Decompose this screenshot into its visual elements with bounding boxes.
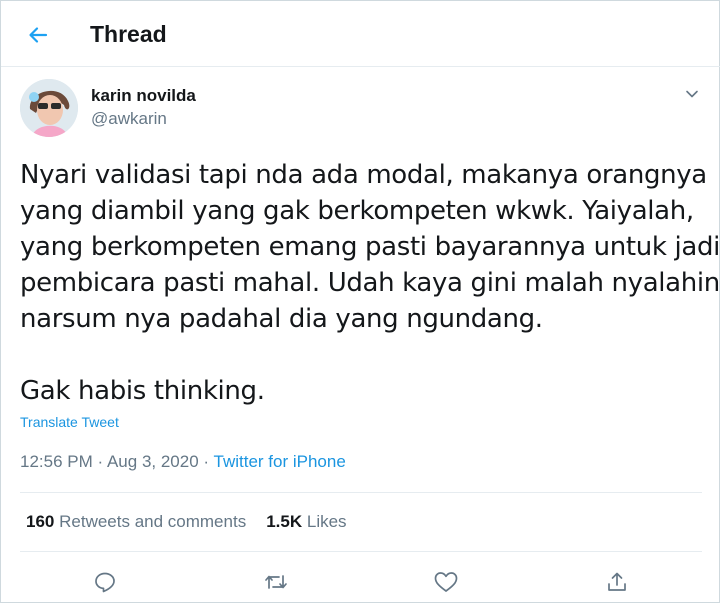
meta-separator: · [97, 452, 104, 471]
tweet-menu-button[interactable] [681, 83, 703, 105]
divider [20, 551, 702, 552]
meta-separator: · [203, 452, 210, 471]
chevron-down-icon [686, 90, 698, 98]
retweets-count: 160 [26, 512, 55, 531]
likes-count: 1.5K [266, 512, 303, 531]
tweet-line: yang berkompeten emang pasti bayarannya … [20, 232, 720, 262]
author-handle[interactable]: @awkarin [91, 109, 167, 129]
reply-button[interactable] [90, 567, 120, 597]
tweet-thread-frame: Thread karin novilda @awkarin Nyari vali… [0, 0, 720, 603]
tweet-meta: 12:56 PM · Aug 3, 2020 · Twitter for iPh… [20, 452, 346, 472]
tweet-time[interactable]: 12:56 PM [20, 452, 93, 471]
avatar[interactable] [20, 79, 78, 137]
reply-icon [95, 572, 115, 593]
page-title: Thread [90, 21, 167, 47]
retweet-button[interactable] [261, 567, 291, 597]
tweet-date[interactable]: Aug 3, 2020 [107, 452, 199, 471]
tweet-text: Nyari validasi tapi nda ada modal, makan… [20, 157, 720, 409]
retweets-label: Retweets and comments [59, 512, 247, 531]
tweet-source-link[interactable]: Twitter for iPhone [214, 452, 346, 471]
back-arrow-icon [29, 27, 48, 43]
retweet-icon [265, 575, 287, 589]
author-display-name[interactable]: karin novilda [91, 86, 196, 106]
tweet-line: pembicara pasti mahal. Udah kaya gini ma… [20, 268, 720, 298]
likes-label: Likes [306, 512, 347, 531]
share-button[interactable] [602, 567, 632, 597]
tweet-line: narsum nya padahal dia yang ngundang. [20, 304, 543, 334]
back-button[interactable] [21, 18, 55, 52]
like-icon [434, 572, 458, 592]
likes-stat[interactable]: 1.5K Likes [266, 512, 346, 531]
tweet-line: yang diambil yang gak berkompeten wkwk. … [20, 196, 694, 226]
tweet-closing-line: Gak habis thinking. [20, 376, 265, 406]
tweet-stats: 160 Retweets and comments 1.5K Likes [26, 512, 347, 532]
tweet-line: Nyari validasi tapi nda ada modal, makan… [20, 160, 707, 190]
share-icon [608, 572, 626, 591]
thread-header: Thread [1, 1, 720, 67]
divider [20, 492, 702, 493]
retweets-stat[interactable]: 160 Retweets and comments [26, 512, 246, 531]
like-button[interactable] [431, 567, 461, 597]
translate-tweet-link[interactable]: Translate Tweet [20, 414, 119, 430]
